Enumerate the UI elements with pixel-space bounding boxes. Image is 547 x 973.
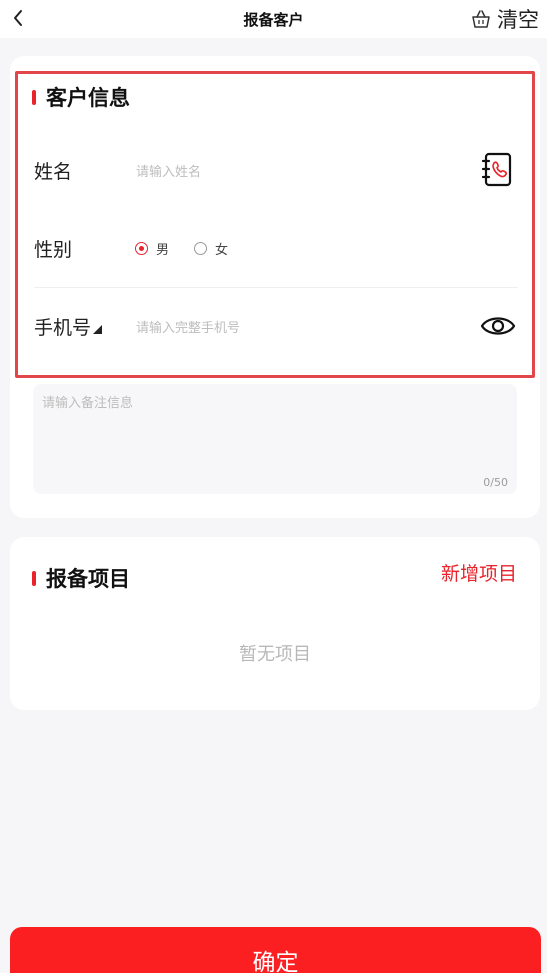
- remark-char-count: 0/50: [483, 476, 508, 489]
- project-section-header: 报备项目: [32, 563, 130, 593]
- customer-section-header: 客户信息: [32, 82, 130, 112]
- divider: [34, 287, 518, 288]
- name-input[interactable]: 请输入姓名: [136, 161, 201, 180]
- remark-textarea[interactable]: 请输入备注信息 0/50: [33, 384, 517, 494]
- section-accent-bar: [32, 89, 36, 105]
- section-accent-bar: [32, 570, 36, 586]
- radio-selected-icon: [135, 242, 148, 255]
- project-card: 报备项目 新增项目 暂无项目: [10, 537, 540, 710]
- gender-option-label: 女: [215, 243, 229, 258]
- basket-icon: [472, 10, 490, 28]
- dropdown-triangle-icon: [93, 325, 103, 334]
- eye-icon[interactable]: [480, 313, 516, 339]
- top-navigation-bar: 报备客户 清空: [0, 0, 547, 38]
- phone-label: 手机号: [34, 317, 92, 339]
- customer-section-title: 客户信息: [46, 86, 130, 110]
- empty-state-text: 暂无项目: [239, 644, 311, 665]
- add-project-button[interactable]: 新增项目: [441, 559, 517, 586]
- page-title: 报备客户: [243, 11, 304, 29]
- gender-option-label: 男: [156, 243, 170, 258]
- phone-input[interactable]: 请输入完整手机号: [136, 317, 240, 336]
- clear-label: 清空: [497, 8, 539, 32]
- contacts-icon[interactable]: [481, 152, 513, 188]
- gender-option-female[interactable]: 女: [194, 239, 228, 258]
- radio-unselected-icon: [194, 242, 207, 255]
- confirm-button[interactable]: 确定: [10, 927, 541, 973]
- clear-button[interactable]: 清空: [471, 4, 539, 34]
- remark-placeholder: 请输入备注信息: [42, 396, 134, 411]
- project-section-title: 报备项目: [46, 567, 130, 591]
- phone-label-group[interactable]: 手机号: [34, 313, 103, 340]
- name-label: 姓名: [34, 161, 73, 183]
- gender-option-male[interactable]: 男: [135, 239, 169, 258]
- gender-label: 性别: [34, 239, 73, 261]
